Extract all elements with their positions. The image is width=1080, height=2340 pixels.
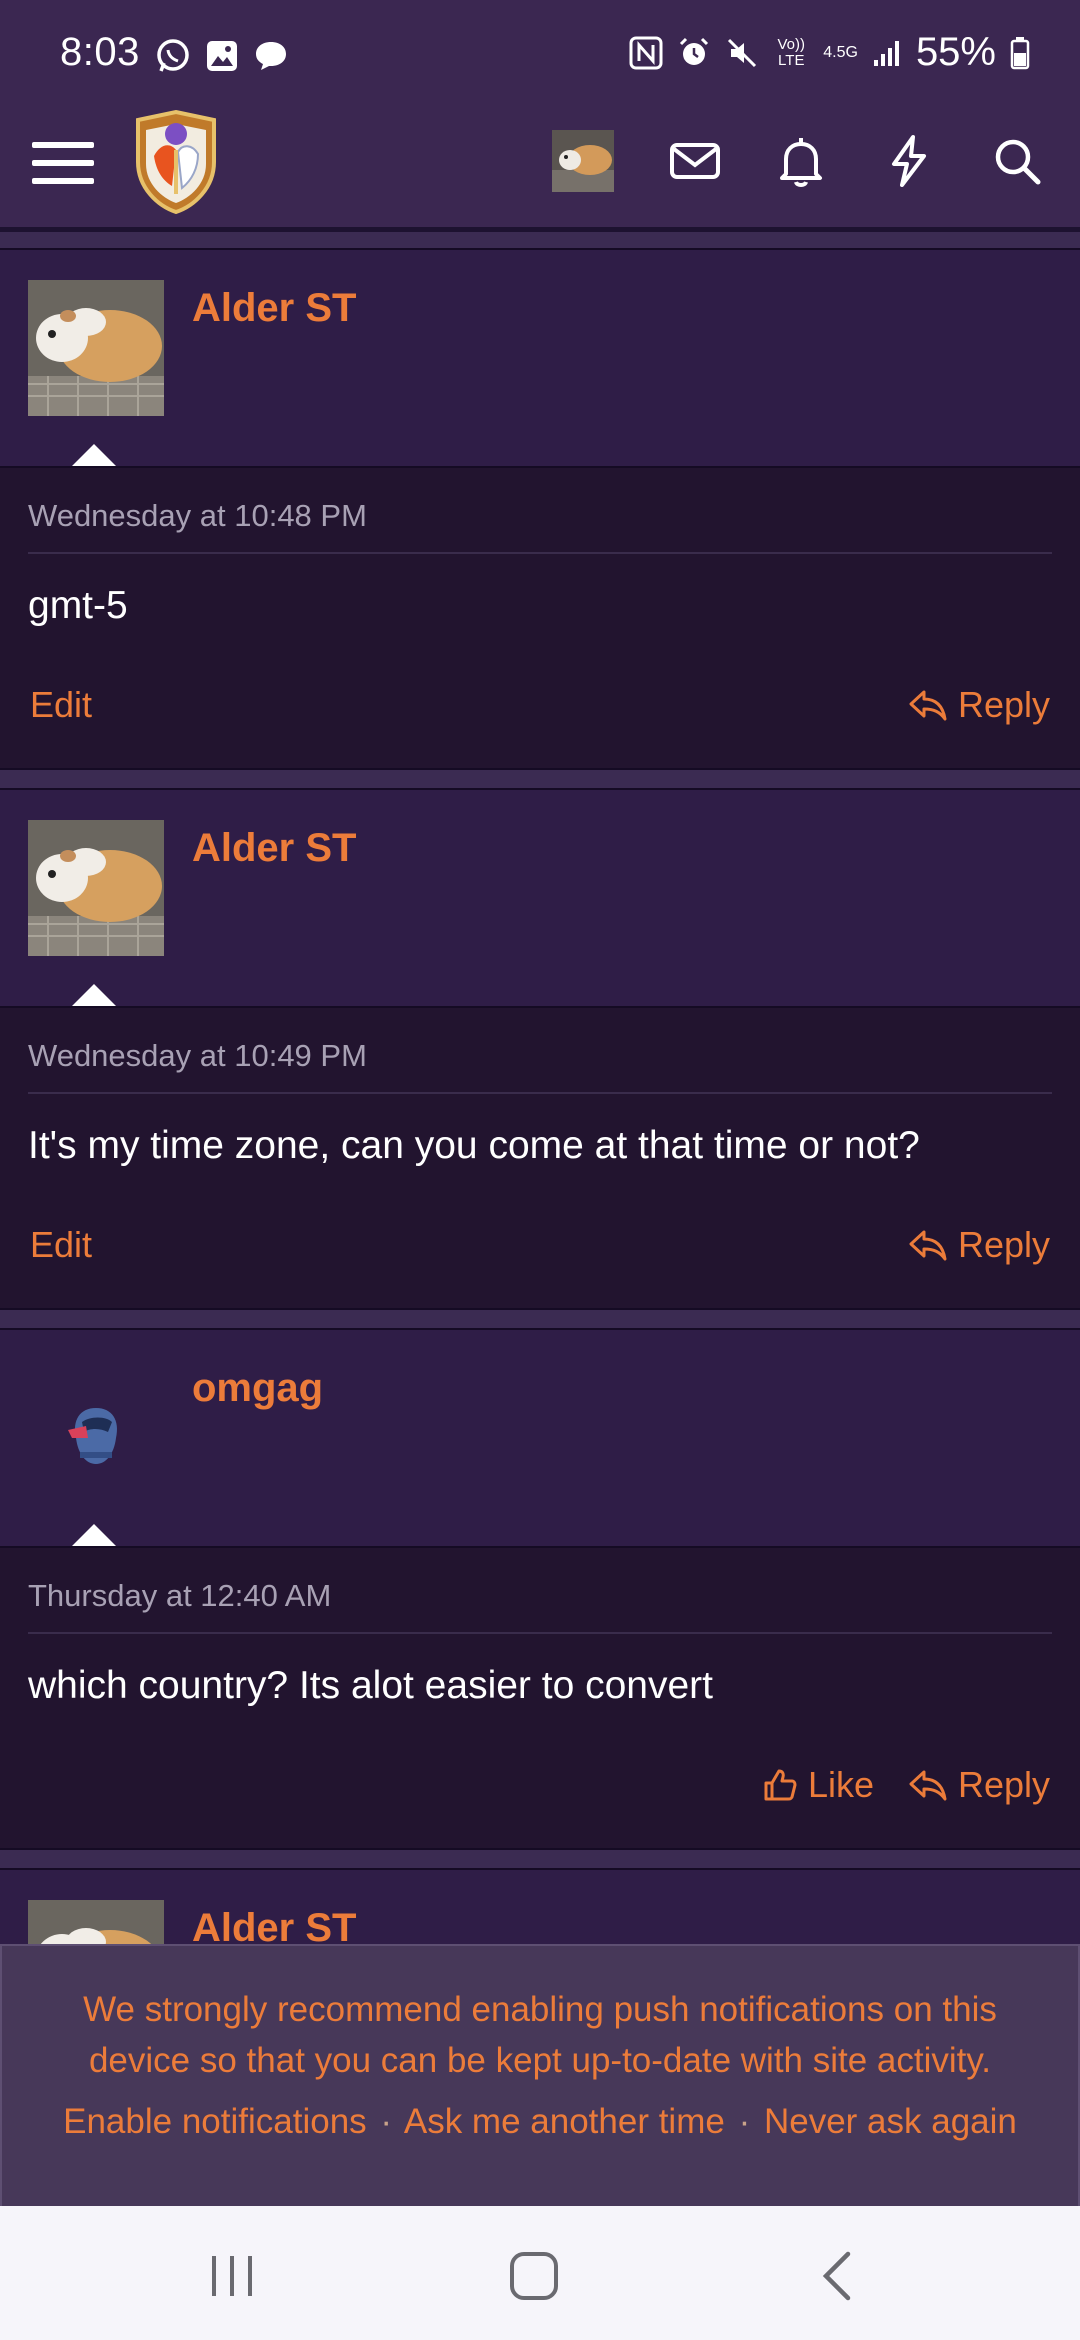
like-button[interactable]: Like bbox=[762, 1764, 874, 1806]
post-body: Thursday at 12:40 AM which country? Its … bbox=[0, 1546, 1080, 1848]
post-username[interactable]: Alder ST bbox=[192, 286, 356, 331]
bell-icon[interactable] bbox=[772, 132, 830, 190]
edit-button[interactable]: Edit bbox=[30, 1224, 92, 1266]
user-avatar[interactable] bbox=[28, 280, 164, 416]
post-text: gmt-5 bbox=[28, 584, 128, 627]
home-icon[interactable] bbox=[504, 2248, 564, 2304]
message-post: Alder ST Wednesday at 10:49 PM It's my t… bbox=[0, 788, 1080, 1310]
reply-label: Reply bbox=[957, 1224, 1050, 1265]
like-label: Like bbox=[807, 1764, 874, 1805]
post-caret bbox=[70, 984, 118, 1008]
recent-apps-icon[interactable] bbox=[202, 2248, 262, 2304]
separator: · bbox=[738, 2102, 751, 2141]
notice-links: Enable notifications · Ask me another ti… bbox=[2, 2102, 1078, 2142]
post-user-bar: Alder ST bbox=[0, 790, 1080, 1008]
post-user-bar: omgag bbox=[0, 1330, 1080, 1548]
reply-button[interactable]: Reply bbox=[908, 1764, 1050, 1806]
chat-bubble-icon bbox=[256, 42, 286, 70]
menu-icon[interactable] bbox=[32, 132, 94, 194]
network-gen-label: 4.5G bbox=[823, 43, 858, 61]
post-timestamp[interactable]: Thursday at 12:40 AM bbox=[28, 1578, 331, 1614]
divider bbox=[28, 1092, 1052, 1094]
divider bbox=[28, 1632, 1052, 1634]
system-status-icons: Vo)) LTE 4.5G 55% bbox=[629, 30, 1030, 75]
mute-icon bbox=[728, 38, 757, 67]
post-username[interactable]: Alder ST bbox=[192, 826, 356, 871]
battery-icon bbox=[1010, 36, 1030, 69]
post-timestamp[interactable]: Wednesday at 10:49 PM bbox=[28, 1038, 367, 1074]
whatsapp-icon bbox=[157, 39, 189, 72]
reply-button[interactable]: Reply bbox=[908, 684, 1050, 726]
gallery-icon bbox=[207, 41, 237, 71]
nfc-icon bbox=[629, 36, 663, 69]
post-actions: Edit Reply bbox=[0, 684, 1080, 734]
back-icon[interactable] bbox=[808, 2248, 868, 2304]
post-user-bar: Alder ST bbox=[0, 250, 1080, 468]
divider bbox=[28, 552, 1052, 554]
user-avatar[interactable] bbox=[28, 1360, 164, 1496]
post-text: which country? Its alot easier to conver… bbox=[28, 1664, 713, 1707]
message-post: omgag Thursday at 12:40 AM which country… bbox=[0, 1328, 1080, 1850]
notice-message: We strongly recommend enabling push noti… bbox=[83, 1990, 997, 2080]
mail-icon[interactable] bbox=[666, 132, 724, 190]
reply-label: Reply bbox=[957, 684, 1050, 725]
edit-button[interactable]: Edit bbox=[30, 684, 92, 726]
post-caret bbox=[70, 444, 118, 468]
app-header bbox=[0, 110, 1080, 232]
post-body: Wednesday at 10:48 PM gmt-5 Edit Reply bbox=[0, 466, 1080, 768]
ask-later-link[interactable]: Ask me another time bbox=[404, 2102, 725, 2141]
reply-label: Reply bbox=[957, 1764, 1050, 1805]
reply-icon bbox=[909, 1230, 947, 1261]
search-icon[interactable] bbox=[988, 132, 1046, 190]
thread-feed: Alder ST Wednesday at 10:48 PM gmt-5 Edi… bbox=[0, 248, 1080, 1968]
reply-icon bbox=[909, 690, 947, 721]
post-body: Wednesday at 10:49 PM It's my time zone,… bbox=[0, 1006, 1080, 1308]
post-actions: Edit Reply bbox=[0, 1224, 1080, 1274]
signal-icon bbox=[873, 40, 899, 66]
post-timestamp[interactable]: Wednesday at 10:48 PM bbox=[28, 498, 367, 534]
alarm-icon bbox=[680, 37, 709, 65]
network-label: Vo)) LTE bbox=[777, 35, 805, 69]
post-username[interactable]: omgag bbox=[192, 1366, 323, 1411]
thumbs-up-icon bbox=[764, 1769, 797, 1801]
system-navigation-bar bbox=[0, 2206, 1080, 2340]
notification-icons bbox=[155, 38, 289, 74]
enable-notifications-link[interactable]: Enable notifications bbox=[63, 2102, 367, 2141]
post-caret bbox=[70, 1524, 118, 1548]
edit-label: Edit bbox=[30, 1224, 93, 1265]
post-actions: Like Reply bbox=[0, 1764, 1080, 1814]
push-notification-notice: We strongly recommend enabling push noti… bbox=[0, 1944, 1080, 2206]
edit-label: Edit bbox=[30, 684, 93, 725]
site-logo[interactable] bbox=[130, 110, 222, 214]
reply-icon bbox=[909, 1770, 947, 1801]
status-time: 8:03 bbox=[60, 30, 140, 74]
message-post: Alder ST Wednesday at 10:48 PM gmt-5 Edi… bbox=[0, 248, 1080, 770]
never-ask-link[interactable]: Never ask again bbox=[764, 2102, 1017, 2141]
battery-percent: 55% bbox=[915, 30, 996, 74]
separator: · bbox=[380, 2102, 393, 2141]
reply-button[interactable]: Reply bbox=[908, 1224, 1050, 1266]
lightning-icon[interactable] bbox=[880, 132, 938, 190]
post-text: It's my time zone, can you come at that … bbox=[28, 1124, 920, 1167]
user-avatar[interactable] bbox=[552, 130, 614, 192]
user-avatar[interactable] bbox=[28, 820, 164, 956]
status-bar: 8:03 Vo)) LTE 4.5G 55% bbox=[0, 0, 1080, 110]
